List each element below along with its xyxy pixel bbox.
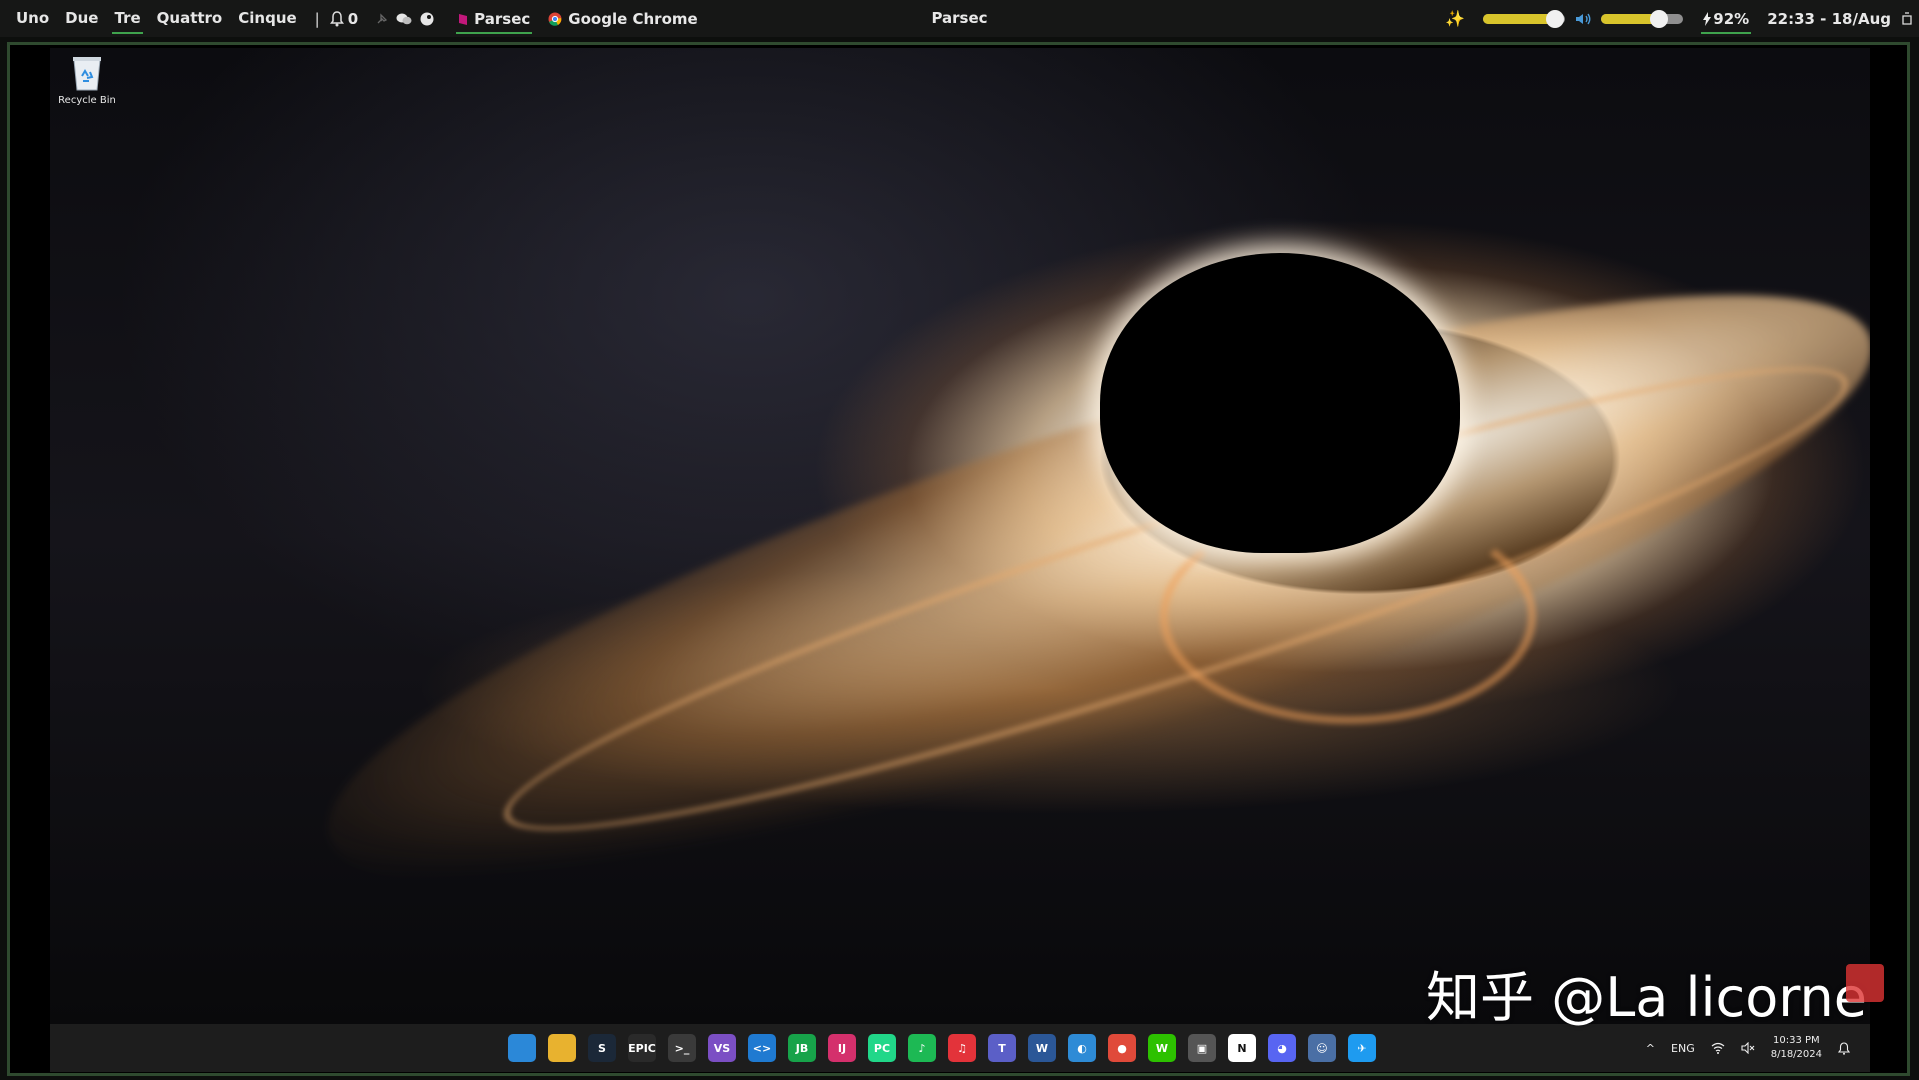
workspace-due[interactable]: Due xyxy=(57,0,106,37)
taskbar-clock[interactable]: 10:33 PM 8/18/2024 xyxy=(1771,1034,1822,1062)
datetime[interactable]: 22:33 - 18/Aug xyxy=(1767,10,1891,28)
wechat-icon[interactable] xyxy=(396,12,412,26)
vscode-icon[interactable]: <> xyxy=(748,1034,776,1062)
word-icon[interactable]: W xyxy=(1028,1034,1056,1062)
wechat-icon[interactable]: W xyxy=(1148,1034,1176,1062)
discord-icon[interactable]: ◕ xyxy=(1268,1034,1296,1062)
battery-percent: 92% xyxy=(1713,9,1750,28)
start-icon[interactable] xyxy=(508,1034,536,1062)
visual-studio-icon[interactable]: VS xyxy=(708,1034,736,1062)
taskbar-apps: S EPIC >_ VS <> JB IJ PC ♪ ♫ T W ◐ ● W ▣ N ◕ ☺ ✈ xyxy=(508,1024,1376,1072)
chrome-icon xyxy=(548,12,562,26)
intellij-icon[interactable]: IJ xyxy=(828,1034,856,1062)
workspace-quattro[interactable]: Quattro xyxy=(149,0,231,37)
volume-icon[interactable] xyxy=(1575,12,1591,26)
remote-desktop-view[interactable]: Recycle Bin xyxy=(50,48,1870,1024)
notification-indicator[interactable]: 0 xyxy=(329,9,359,28)
bell-icon xyxy=(329,10,344,27)
battery-indicator[interactable]: 92% xyxy=(1701,0,1752,37)
separator: | xyxy=(314,9,320,28)
teams-icon[interactable]: T xyxy=(988,1034,1016,1062)
workspace-tre[interactable]: Tre xyxy=(106,0,148,37)
file-explorer-icon[interactable] xyxy=(548,1034,576,1062)
zhihu-watermark: 知乎 @La licorne xyxy=(1426,966,1867,1029)
netease-music-icon[interactable]: ♫ xyxy=(948,1034,976,1062)
chrome-icon[interactable]: ● xyxy=(1108,1034,1136,1062)
power-icon[interactable] xyxy=(1901,11,1913,26)
recycle-bin-icon xyxy=(70,57,104,95)
topbar-right: ✨ 92% 22:33 - 18/Aug xyxy=(1445,0,1919,37)
pycharm-icon[interactable]: PC xyxy=(868,1034,896,1062)
task-chrome-label: Google Chrome xyxy=(568,9,698,28)
recycle-bin-shortcut[interactable]: Recycle Bin xyxy=(52,54,122,106)
muted-speaker-icon[interactable] xyxy=(1741,1042,1755,1054)
taskbar-date: 8/18/2024 xyxy=(1770,1049,1822,1060)
volume-slider[interactable] xyxy=(1601,9,1684,28)
brightness-slider[interactable] xyxy=(1483,9,1566,28)
wifi-icon[interactable] xyxy=(1711,1042,1725,1054)
workspace-uno[interactable]: Uno xyxy=(8,0,57,37)
taskbar-time: 10:33 PM xyxy=(1773,1035,1820,1046)
pin-icon[interactable] xyxy=(376,12,388,25)
workspace-list: Uno Due Tre Quattro Cinque xyxy=(8,0,305,37)
spotify-icon[interactable]: ♪ xyxy=(908,1034,936,1062)
watermark-badge xyxy=(1846,964,1884,1002)
top-bar: Uno Due Tre Quattro Cinque | 0 Parsec Go… xyxy=(0,0,1919,37)
notion-icon[interactable]: N xyxy=(1228,1034,1256,1062)
parsec-icon xyxy=(458,12,468,26)
photos-icon[interactable]: ▣ xyxy=(1188,1034,1216,1062)
task-google-chrome[interactable]: Google Chrome xyxy=(544,0,701,37)
topbar-tray xyxy=(376,12,434,26)
brightness-knob[interactable] xyxy=(1546,9,1565,28)
lightning-icon xyxy=(1703,11,1712,26)
workspace-cinque[interactable]: Cinque xyxy=(230,0,304,37)
qq-icon[interactable]: ✈ xyxy=(1348,1034,1376,1062)
wallpaper-black-hole xyxy=(1100,253,1460,553)
terminal-icon[interactable]: >_ xyxy=(668,1034,696,1062)
sparkle-icon[interactable]: ✨ xyxy=(1445,9,1465,28)
tray-chevron-icon[interactable]: ^ xyxy=(1646,1042,1655,1055)
task-parsec-label: Parsec xyxy=(474,9,531,28)
steam-icon[interactable] xyxy=(420,12,434,26)
steam-icon[interactable]: S xyxy=(588,1034,616,1062)
notification-count: 0 xyxy=(347,9,359,28)
notification-bell-icon[interactable] xyxy=(1838,1041,1850,1055)
task-parsec[interactable]: Parsec xyxy=(454,0,534,37)
recycle-bin-label: Recycle Bin xyxy=(58,95,116,106)
bot-icon[interactable]: ☺ xyxy=(1308,1034,1336,1062)
epic-games-icon[interactable]: EPIC xyxy=(628,1034,656,1062)
jetbrains-toolbox-icon[interactable]: JB xyxy=(788,1034,816,1062)
volume-knob[interactable] xyxy=(1649,9,1668,28)
language-indicator[interactable]: ENG xyxy=(1671,1042,1695,1055)
clipchamp-icon[interactable]: ◐ xyxy=(1068,1034,1096,1062)
